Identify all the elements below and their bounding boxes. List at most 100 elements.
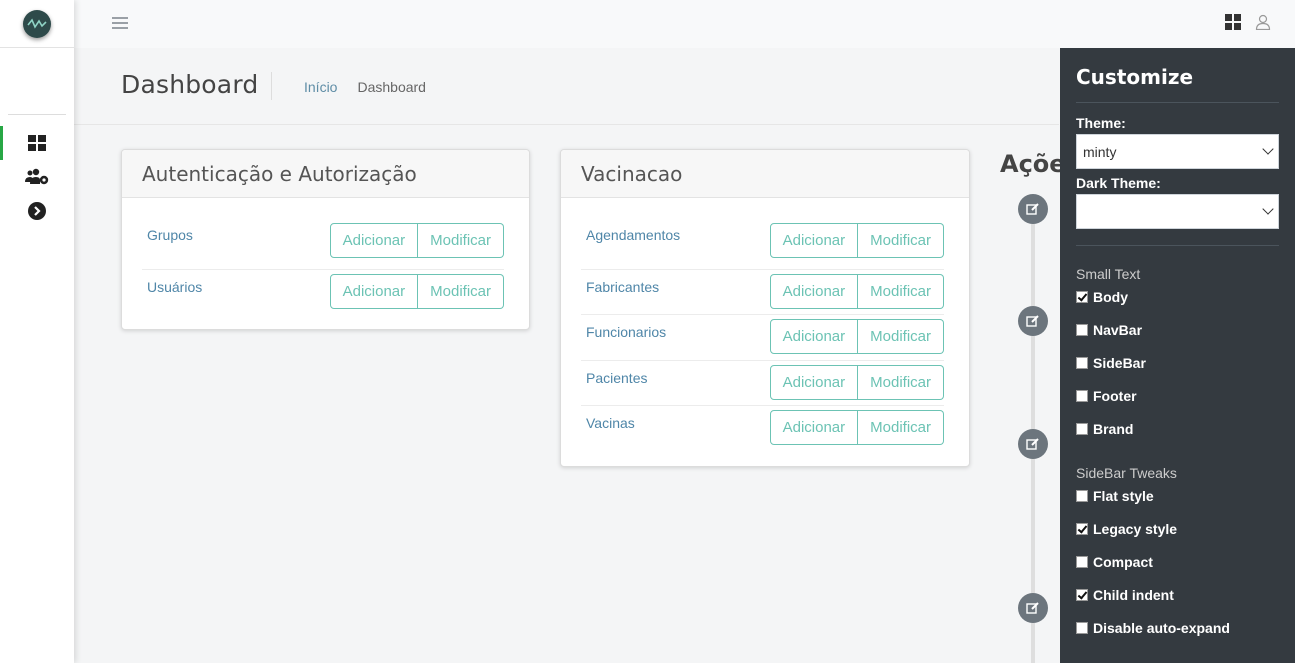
add-button[interactable]: Adicionar: [769, 410, 859, 445]
model-link-pacientes[interactable]: Pacientes: [586, 370, 647, 386]
checkbox-label: Legacy style: [1093, 520, 1178, 537]
checkbox-unchecked[interactable]: [1076, 389, 1088, 402]
modify-button[interactable]: Modificar: [418, 273, 504, 309]
card-body: Grupos Adicionar Modificar Usuários Adic…: [122, 198, 529, 314]
customize-title: Customize: [1076, 65, 1279, 103]
checkbox-label: Footer: [1093, 387, 1137, 404]
checkbox-footer[interactable]: Footer: [1076, 379, 1279, 412]
model-row: Grupos Adicionar Modificar: [142, 223, 504, 269]
modify-button[interactable]: Modificar: [418, 223, 504, 258]
navbar-right: [1225, 14, 1295, 30]
modify-button[interactable]: Modificar: [858, 273, 944, 309]
theme-select[interactable]: minty: [1076, 134, 1279, 169]
checkbox-checked[interactable]: [1076, 290, 1088, 303]
checkbox-unchecked[interactable]: [1076, 489, 1088, 502]
modify-button[interactable]: Modificar: [858, 410, 944, 445]
button-group: Adicionar Modificar: [769, 364, 944, 400]
modify-button[interactable]: Modificar: [858, 319, 944, 354]
sidebar-nav: [0, 126, 74, 228]
add-button[interactable]: Adicionar: [769, 319, 859, 354]
theme-label: Theme:: [1076, 115, 1126, 131]
add-button[interactable]: Adicionar: [329, 223, 419, 258]
sidebar-divider: [8, 114, 66, 115]
model-row: Usuários Adicionar Modificar: [142, 268, 504, 315]
checkbox-legacy-style[interactable]: Legacy style: [1076, 512, 1279, 545]
checkbox-unchecked[interactable]: [1076, 621, 1088, 634]
add-button[interactable]: Adicionar: [769, 273, 859, 309]
logo-icon: [23, 9, 51, 38]
button-group: Adicionar Modificar: [329, 273, 504, 309]
breadcrumb: Início Dashboard: [304, 79, 426, 95]
model-link-funcionarios[interactable]: Funcionarios: [586, 324, 666, 340]
model-link-agendamentos[interactable]: Agendamentos: [586, 227, 680, 243]
checkbox-body[interactable]: Body: [1076, 280, 1279, 313]
theme-select-value: minty: [1083, 144, 1117, 160]
model-row: Pacientes Adicionar Modificar: [581, 359, 944, 406]
modify-button[interactable]: Modificar: [858, 364, 944, 400]
chevron-circle-right-icon: [28, 202, 46, 220]
modify-button[interactable]: Modificar: [858, 223, 944, 258]
checkbox-label: SideBar: [1093, 354, 1146, 371]
sidebar-tweaks-options: Flat style Legacy style Compact Child in…: [1076, 479, 1279, 644]
button-group: Adicionar Modificar: [329, 223, 504, 258]
model-link-grupos[interactable]: Grupos: [147, 227, 193, 243]
app-card-auth: Autenticação e Autorização Grupos Adicio…: [121, 149, 530, 330]
checkbox-unchecked[interactable]: [1076, 422, 1088, 435]
checkbox-sidebar[interactable]: SideBar: [1076, 346, 1279, 379]
button-group: Adicionar Modificar: [769, 273, 944, 309]
app-card-vacinacao: Vacinacao Agendamentos Adicionar Modific…: [560, 149, 970, 467]
brand-link[interactable]: [0, 0, 74, 48]
th-large-icon[interactable]: [1225, 14, 1241, 30]
title-separator: [271, 72, 272, 100]
checkbox-checked[interactable]: [1076, 588, 1088, 601]
checkbox-label: Body: [1093, 288, 1128, 305]
checkbox-label: Child indent: [1093, 586, 1174, 603]
add-button[interactable]: Adicionar: [329, 273, 419, 309]
breadcrumb-current: Dashboard: [357, 79, 426, 95]
checkbox-compact[interactable]: Compact: [1076, 545, 1279, 578]
customize-panel: Customize Theme: minty Dark Theme: Small…: [1060, 48, 1295, 663]
chevron-down-icon: [1262, 143, 1274, 155]
card-body: Agendamentos Adicionar Modificar Fabrica…: [561, 198, 969, 451]
chevron-down-icon: [1262, 203, 1274, 215]
dark-theme-select[interactable]: [1076, 194, 1279, 229]
top-navbar: [74, 0, 1295, 48]
sidebar-item-users[interactable]: [0, 160, 74, 194]
checkbox-disable-auto-expand[interactable]: Disable auto-expand: [1076, 611, 1279, 644]
checkbox-flat-style[interactable]: Flat style: [1076, 479, 1279, 512]
model-link-vacinas[interactable]: Vacinas: [586, 415, 635, 431]
user-icon[interactable]: [1255, 14, 1271, 30]
checkbox-label: Flat style: [1093, 487, 1154, 504]
edit-icon: [1018, 429, 1048, 459]
content-header-divider: [74, 124, 1059, 125]
model-row: Fabricantes Adicionar Modificar: [581, 268, 944, 315]
checkbox-navbar[interactable]: NavBar: [1076, 313, 1279, 346]
checkbox-label: Disable auto-expand: [1093, 619, 1230, 636]
model-row: Agendamentos Adicionar Modificar: [581, 223, 944, 269]
main-sidebar: [0, 0, 74, 663]
checkbox-label: Compact: [1093, 553, 1153, 570]
actions-title: Açõe: [1000, 150, 1066, 178]
model-link-fabricantes[interactable]: Fabricantes: [586, 279, 659, 295]
button-group: Adicionar Modificar: [769, 223, 944, 258]
add-button[interactable]: Adicionar: [769, 364, 859, 400]
add-button[interactable]: Adicionar: [769, 223, 859, 258]
checkbox-unchecked[interactable]: [1076, 323, 1088, 336]
checkbox-brand[interactable]: Brand: [1076, 412, 1279, 445]
breadcrumb-home-link[interactable]: Início: [304, 79, 337, 95]
hamburger-icon[interactable]: [112, 14, 128, 32]
model-link-usuarios[interactable]: Usuários: [147, 279, 202, 295]
edit-icon: [1018, 306, 1048, 336]
checkbox-child-indent[interactable]: Child indent: [1076, 578, 1279, 611]
sidebar-item-dashboard[interactable]: [0, 126, 74, 160]
dark-theme-label: Dark Theme:: [1076, 175, 1161, 191]
edit-icon: [1018, 593, 1048, 623]
checkbox-label: NavBar: [1093, 321, 1143, 338]
sidebar-item-collapse[interactable]: [0, 194, 74, 228]
checkbox-checked[interactable]: [1076, 522, 1088, 535]
button-group: Adicionar Modificar: [769, 319, 944, 354]
button-group: Adicionar Modificar: [769, 410, 944, 445]
checkbox-unchecked[interactable]: [1076, 555, 1088, 568]
checkbox-unchecked[interactable]: [1076, 356, 1088, 369]
card-title: Autenticação e Autorização: [122, 150, 529, 198]
